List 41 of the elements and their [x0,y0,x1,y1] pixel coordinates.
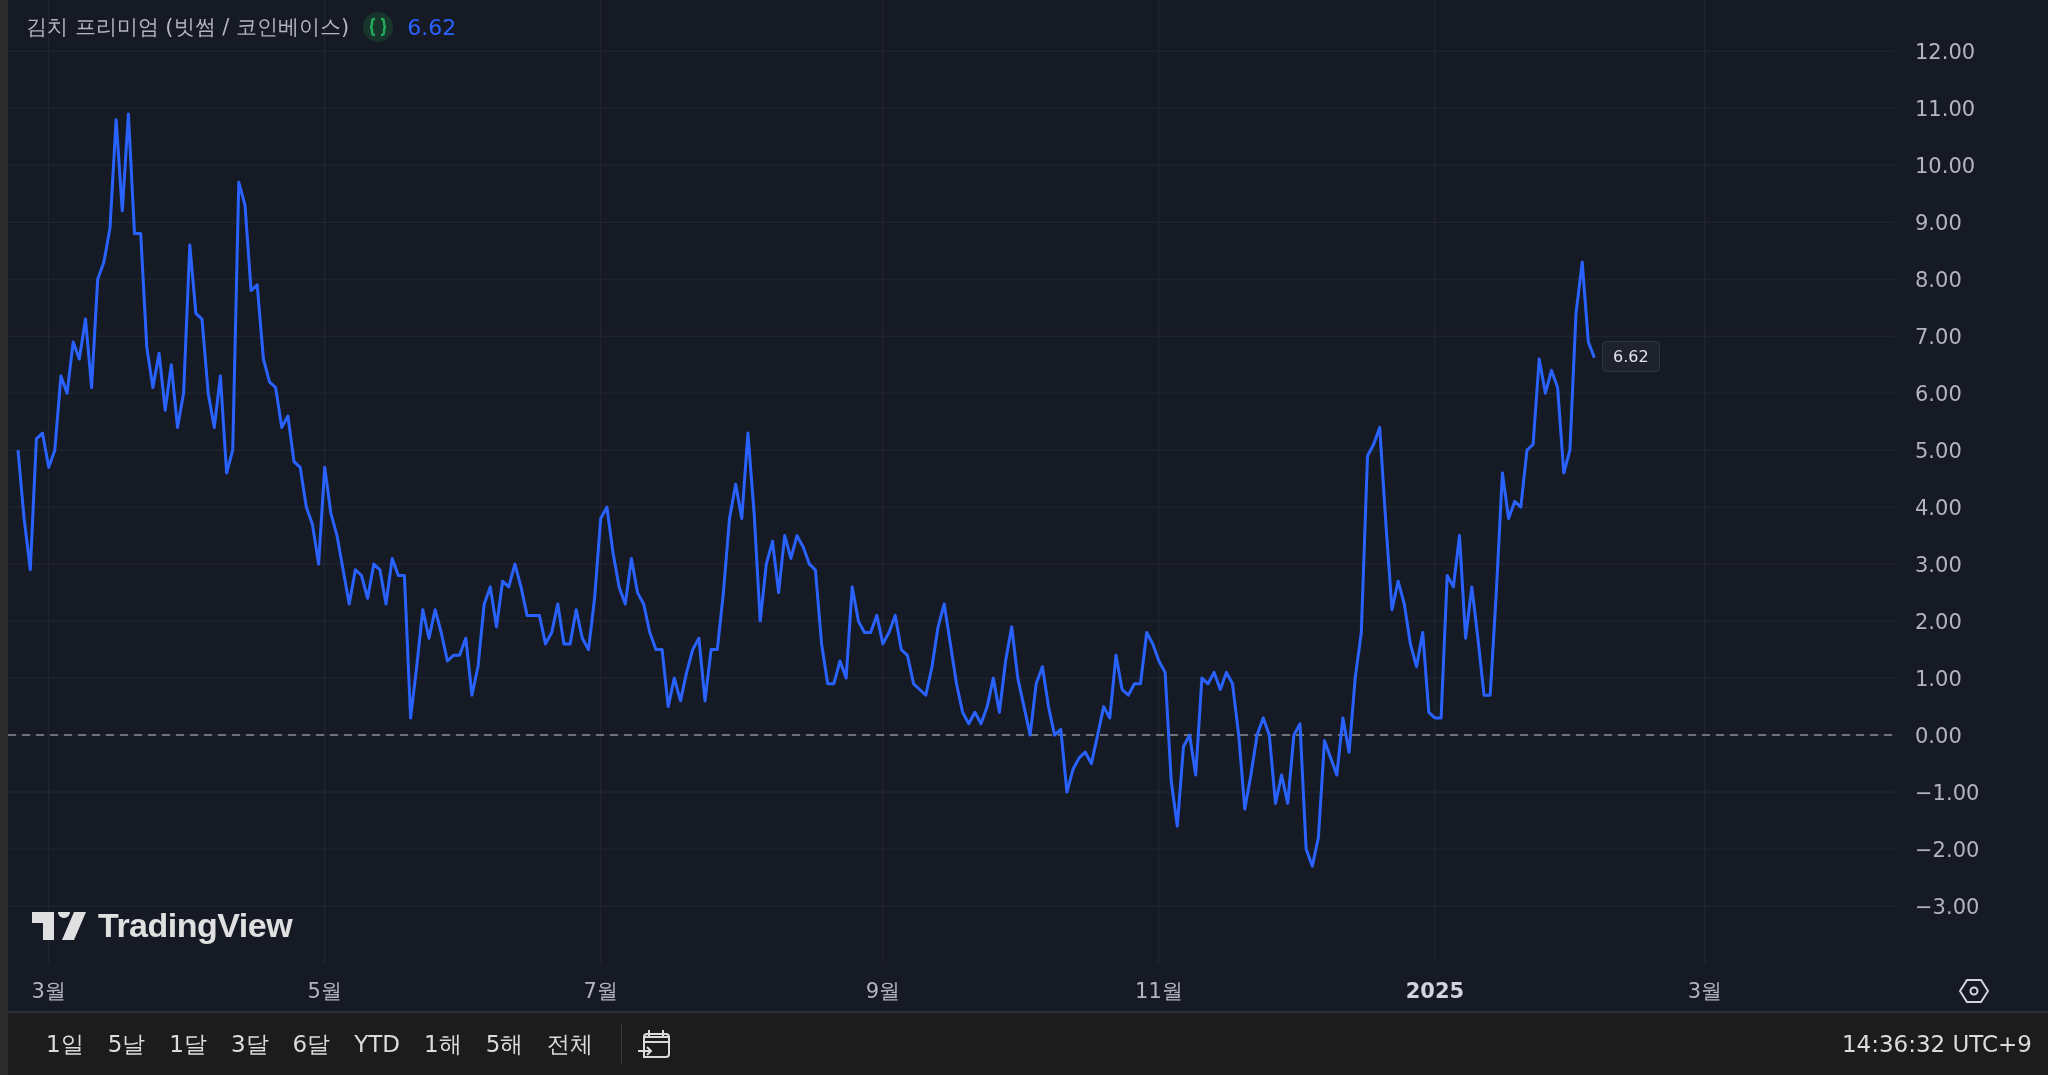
last-value-label: 6.62 [1602,341,1660,372]
range-button[interactable]: 5날 [97,1024,156,1064]
range-button[interactable]: YTD [344,1027,410,1061]
range-button[interactable]: 1달 [159,1024,217,1064]
y-axis-label: 4.00 [1915,496,1962,521]
range-button[interactable]: 전체 [537,1024,604,1064]
y-axis-label: 10.00 [1915,154,1976,179]
indicator-value: 6.62 [407,14,457,40]
y-axis-label: 8.00 [1915,268,1962,293]
range-button[interactable]: 3달 [220,1024,279,1064]
x-axis-label: 3월 [1687,979,1723,1003]
x-axis-label: 3월 [31,979,66,1003]
y-axis-label: 5.00 [1915,439,1962,464]
y-axis-label: 1.00 [1915,667,1962,692]
y-axis-label: 12.00 [1915,40,1976,65]
time-zone-clock[interactable]: 14:36:32 UTC+9 [1841,1031,2032,1057]
x-axis-label: 2025 [1405,979,1465,1003]
logo-icon [32,911,86,940]
y-axis-label: −1.00 [1915,781,1980,806]
y-axis-label: 2.00 [1915,610,1962,635]
x-axis-label: 5월 [307,979,342,1003]
code-braces-icon[interactable] [363,12,394,42]
y-axis-label: 6.00 [1915,382,1962,407]
x-axis-label: 9월 [865,979,901,1003]
settings-icon[interactable] [1959,976,1989,1006]
y-axis-label: −3.00 [1915,895,1980,919]
x-axis-label: 11월 [1135,979,1183,1003]
range-button[interactable]: 1일 [36,1024,94,1064]
indicator-title: 김치 프리미엄 (빗썸 / 코인베이스) [26,14,350,41]
y-axis-label: 11.00 [1915,97,1976,122]
range-button[interactable]: 6달 [282,1024,341,1064]
y-axis-label: 7.00 [1915,325,1962,350]
range-button[interactable]: 1해 [414,1024,472,1064]
y-axis-label: 3.00 [1915,553,1962,578]
range-button[interactable]: 5해 [475,1024,534,1064]
logo-text: TradingView [98,906,293,945]
y-axis-label: 0.00 [1915,724,1962,749]
y-axis-label: −2.00 [1915,838,1980,863]
x-axis-label: 7월 [583,979,618,1003]
y-axis-label: 9.00 [1915,211,1962,236]
calendar-arrow-icon[interactable] [636,1027,673,1061]
